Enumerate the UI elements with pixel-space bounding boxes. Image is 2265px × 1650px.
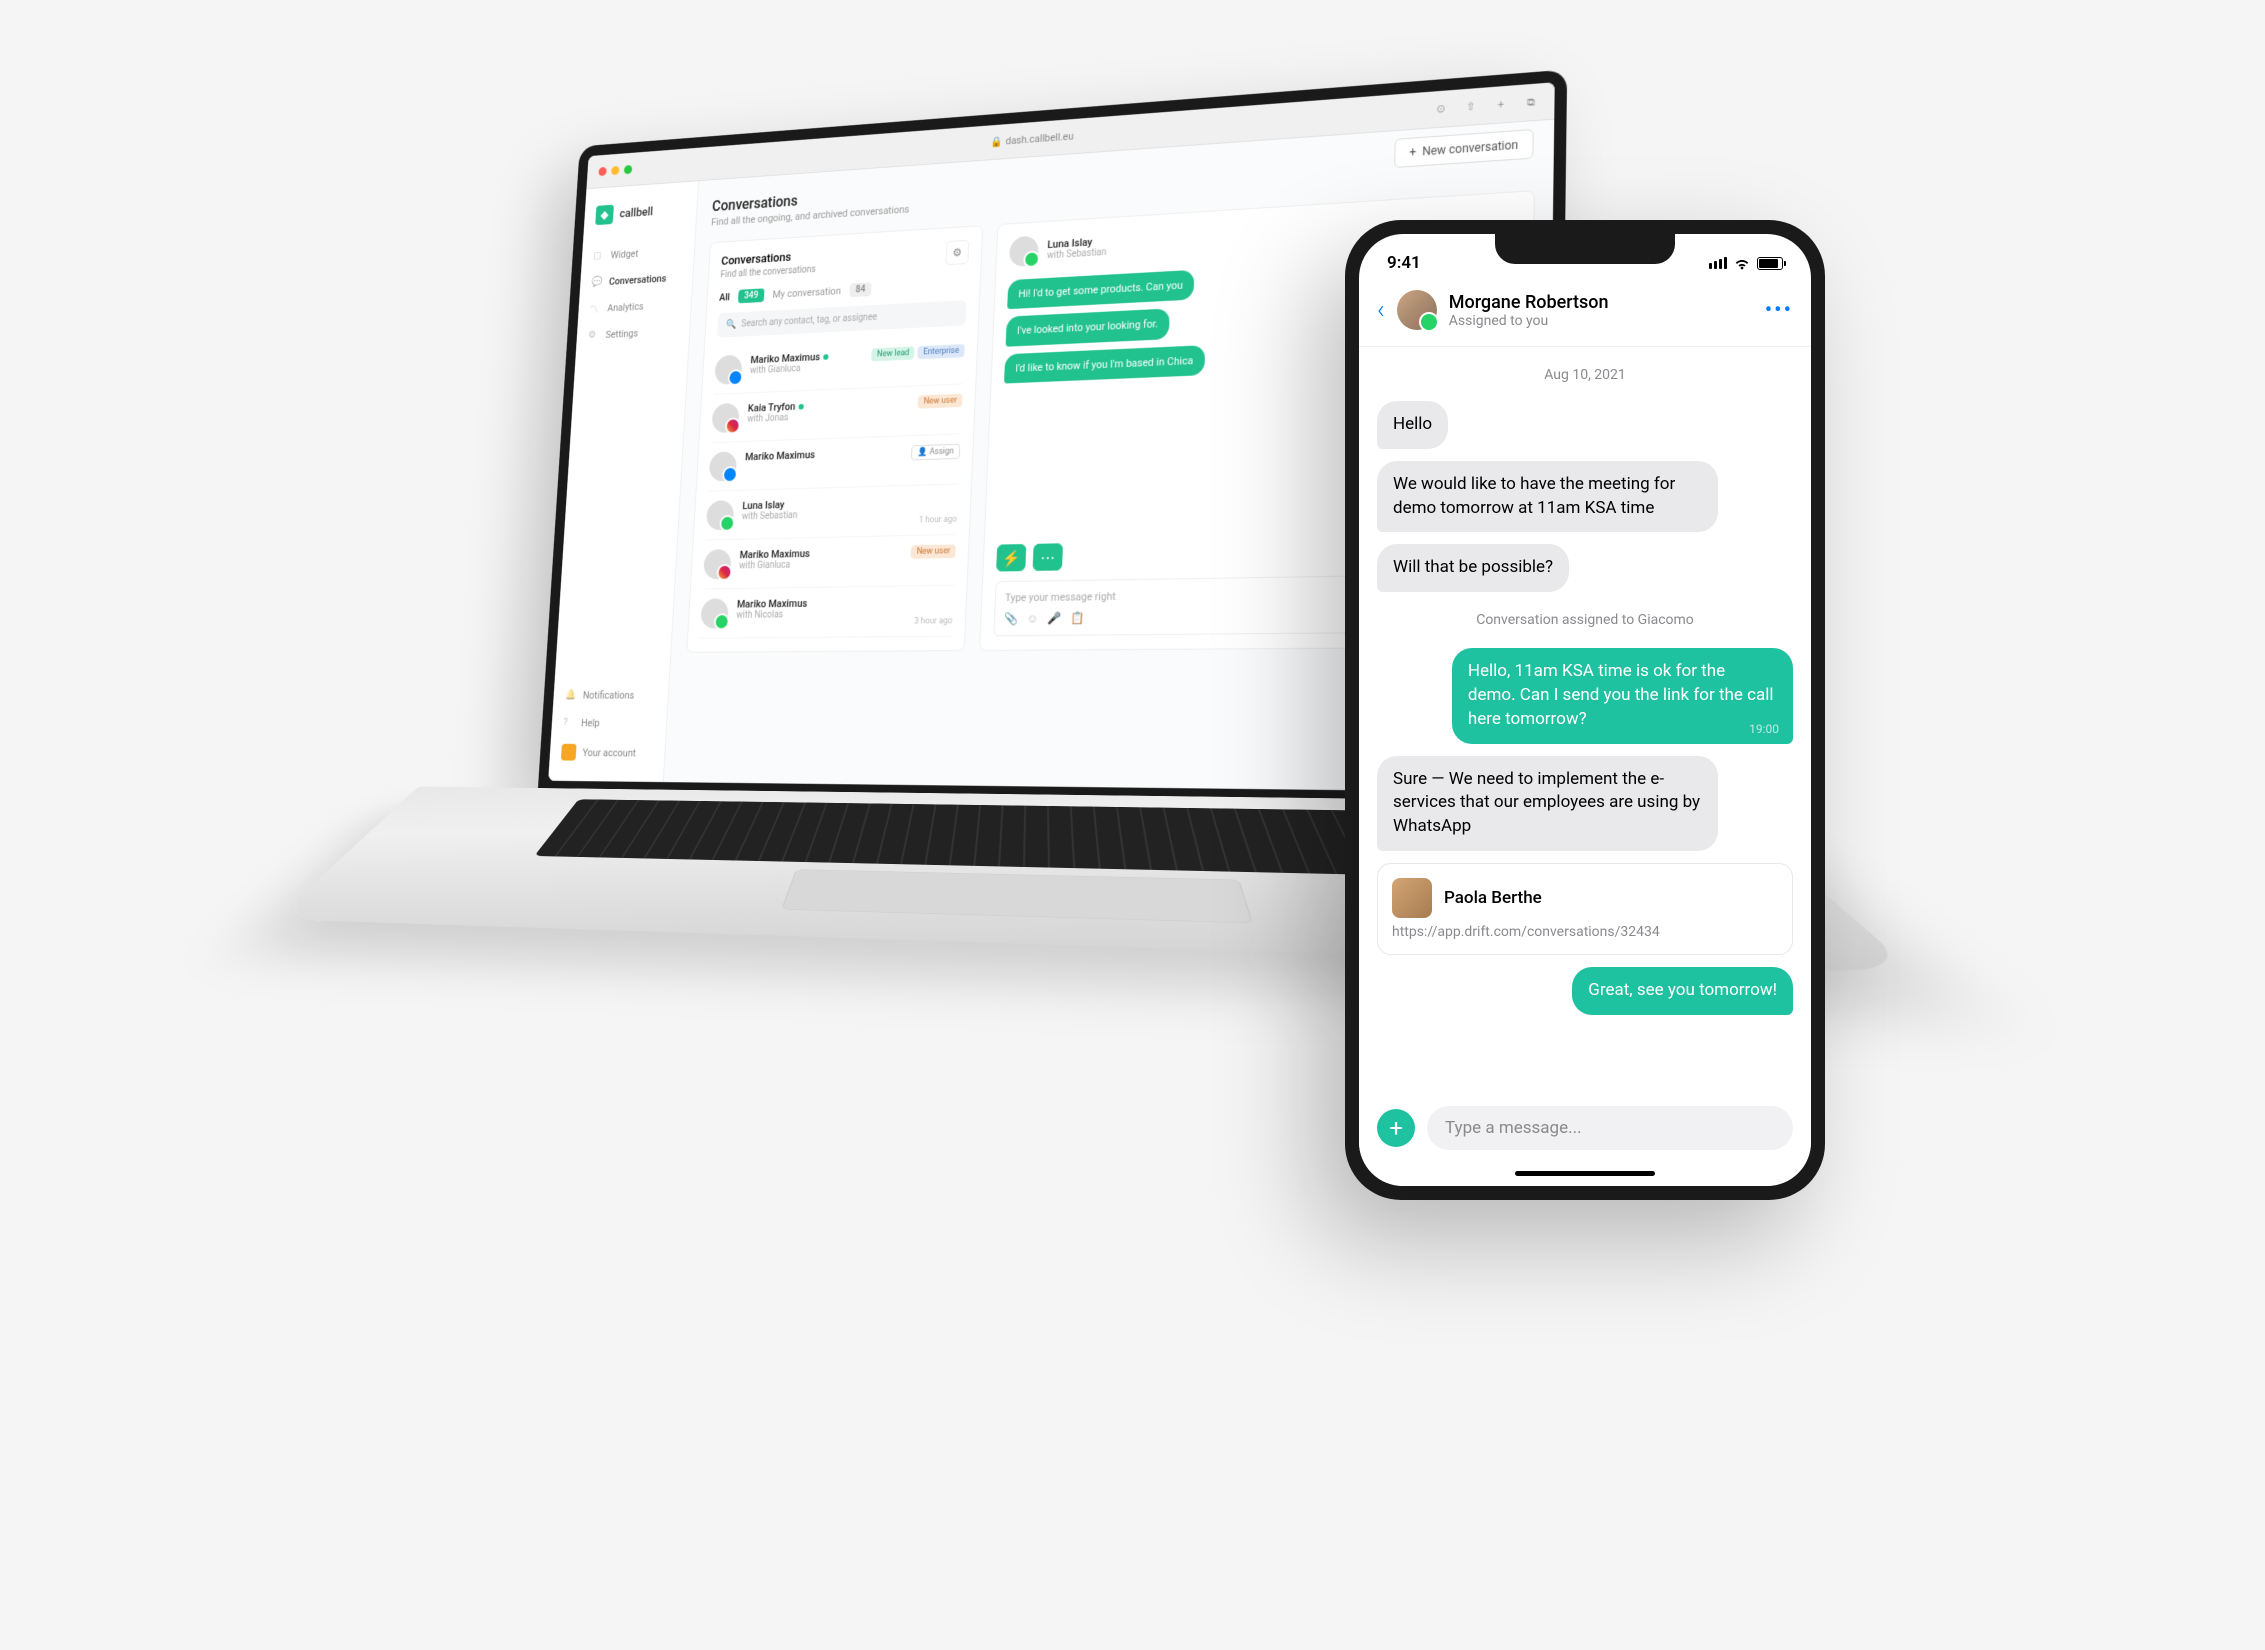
add-attachment-button[interactable]: + — [1377, 1109, 1415, 1147]
filter-mine[interactable]: My conversation — [772, 285, 841, 301]
signal-icon — [1709, 257, 1727, 269]
conversation-avatar — [706, 500, 734, 530]
date-separator: Aug 10, 2021 — [1377, 367, 1793, 383]
conversation-time: 1 hour ago — [919, 515, 957, 525]
settings-icon: ⚙ — [588, 329, 600, 342]
clip-icon[interactable]: 📋 — [1070, 611, 1084, 625]
message-bubble[interactable]: We would like to have the meeting for de… — [1377, 461, 1718, 533]
chat-message: I'd like to know if you I'm based in Chi… — [1004, 345, 1205, 384]
nav-settings[interactable]: ⚙ Settings — [576, 317, 690, 350]
home-indicator[interactable] — [1515, 1171, 1655, 1176]
status-time: 9:41 — [1387, 253, 1421, 273]
plus-icon: + — [1409, 145, 1416, 159]
conversation-item[interactable]: Mariko Maximus 👤 Assign — [708, 434, 961, 491]
tag[interactable]: New user — [918, 394, 962, 409]
help-icon: ? — [563, 716, 575, 729]
back-button[interactable]: ‹ — [1377, 295, 1385, 325]
chat-avatar[interactable] — [1009, 236, 1039, 268]
mic-icon[interactable]: 🎤 — [1047, 611, 1061, 625]
filter-all-count: 349 — [738, 288, 765, 303]
phone-mockup: 9:41 ‹ Morgane Robertson Assigned to you… — [1345, 220, 1825, 1200]
nav-account[interactable]: Your account — [549, 736, 665, 769]
filter-all[interactable]: All — [719, 291, 730, 303]
contact-avatar[interactable] — [1397, 290, 1437, 330]
conversation-item[interactable]: Kaia Tryfon with Jonas New user — [711, 384, 963, 443]
tag[interactable]: Enterprise — [918, 344, 965, 359]
new-tab-icon[interactable]: + — [1492, 95, 1510, 114]
tag[interactable]: 👤 Assign — [911, 444, 960, 461]
search-icon: 🔍 — [726, 320, 737, 330]
message-bubble[interactable]: Will that be possible? — [1377, 544, 1569, 592]
chat-message: Hi! I'd to get some products. Can you — [1007, 270, 1194, 310]
send-button[interactable]: ⋯ — [1033, 543, 1063, 571]
analytics-icon: 〽 — [589, 302, 601, 315]
message-bubble[interactable]: Sure — We need to implement the e-servic… — [1377, 756, 1718, 851]
chat-message: I've looked into your looking for. — [1006, 309, 1170, 347]
nav-help[interactable]: ? Help — [551, 709, 667, 737]
conversation-time: 3 hour ago — [914, 616, 953, 626]
conversations-list-panel: ⚙ Conversations Find all the conversatio… — [686, 225, 983, 653]
link-preview-card[interactable]: Paola Berthe https://app.drift.com/conve… — [1377, 863, 1793, 955]
account-avatar-icon — [561, 744, 577, 761]
online-dot-icon — [799, 403, 804, 409]
assigned-label: Assigned to you — [1449, 313, 1753, 329]
bell-icon: 🔔 — [565, 688, 577, 701]
message-bubble[interactable]: Hello, 11am KSA time is ok for the demo.… — [1452, 648, 1793, 743]
link-url: https://app.drift.com/conversations/3243… — [1392, 924, 1778, 940]
link-name: Paola Berthe — [1444, 888, 1542, 908]
search-input[interactable]: 🔍 Search any contact, tag, or assignee — [717, 300, 967, 338]
tabs-icon[interactable]: ⧉ — [1522, 93, 1541, 112]
contact-name: Morgane Robertson — [1449, 292, 1753, 313]
conversation-avatar — [703, 549, 732, 579]
filter-mine-count: 84 — [849, 282, 872, 297]
conversation-avatar — [711, 403, 739, 433]
logo-icon: ◆ — [595, 205, 614, 225]
maximize-window-icon[interactable] — [624, 165, 633, 174]
phone-message-input[interactable]: Type a message... — [1427, 1106, 1793, 1150]
minimize-window-icon[interactable] — [611, 166, 620, 175]
share-icon[interactable]: ⇧ — [1461, 97, 1479, 116]
wifi-icon — [1733, 257, 1751, 270]
conversation-item[interactable]: Mariko Maximus with Nicolas 3 hour ago — [700, 586, 954, 639]
download-icon[interactable]: ⊙ — [1432, 99, 1450, 118]
link-avatar — [1392, 878, 1432, 918]
widget-icon: ▢ — [593, 249, 605, 262]
message-time: 19:00 — [1749, 721, 1779, 738]
panel-settings-button[interactable]: ⚙ — [945, 240, 969, 265]
conversation-avatar — [714, 355, 742, 385]
conversation-avatar — [709, 451, 737, 481]
message-bubble[interactable]: Great, see you tomorrow! — [1572, 967, 1793, 1015]
phone-chat-header: ‹ Morgane Robertson Assigned to you ••• — [1359, 282, 1811, 347]
attach-icon[interactable]: 📎 — [1004, 612, 1018, 626]
phone-notch — [1495, 234, 1675, 264]
conversation-avatar — [700, 598, 729, 628]
chat-icon: 💬 — [591, 275, 603, 288]
battery-icon — [1757, 257, 1783, 270]
online-dot-icon — [823, 354, 828, 360]
emoji-icon[interactable]: ☺ — [1027, 612, 1039, 626]
conversation-item[interactable]: Luna Islay with Sebastian 1 hour ago — [705, 484, 958, 540]
conversation-item[interactable]: Mariko Maximus with Gianluca New user — [703, 535, 957, 590]
more-button[interactable]: ••• — [1765, 298, 1793, 323]
message-bubble[interactable]: Hello — [1377, 401, 1448, 449]
tag[interactable]: New lead — [871, 346, 914, 361]
close-window-icon[interactable] — [598, 166, 606, 175]
assignment-notice: Conversation assigned to Giacomo — [1377, 612, 1793, 628]
ai-suggest-button[interactable]: ⚡ — [996, 544, 1026, 572]
chat-assignee: with Sebastian — [1047, 247, 1107, 261]
logo[interactable]: ◆ callbell — [583, 194, 697, 244]
tag[interactable]: New user — [911, 544, 956, 558]
nav-notifications[interactable]: 🔔 Notifications — [553, 681, 669, 709]
